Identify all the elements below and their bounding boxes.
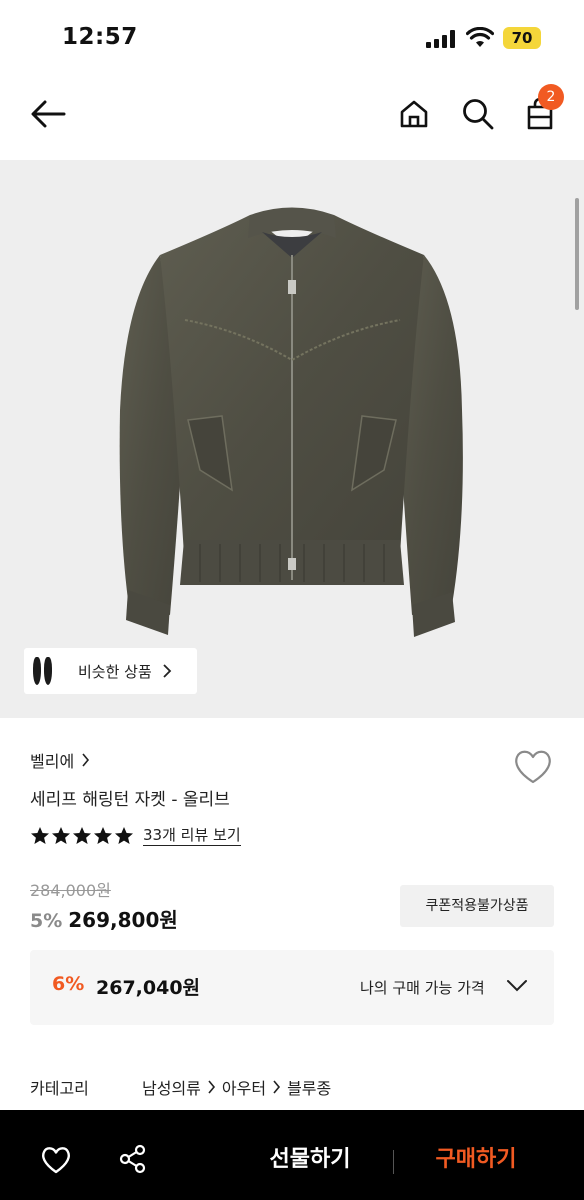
share-icon xyxy=(119,1144,146,1174)
home-icon xyxy=(400,100,428,128)
jacket-photo xyxy=(119,207,463,637)
heart-outline-icon xyxy=(42,1147,70,1174)
price-row: 5% 269,800원 xyxy=(30,904,178,933)
star-icon xyxy=(73,827,91,844)
star-icon xyxy=(52,827,70,844)
my-price-rate: 6% xyxy=(52,973,85,995)
chevron-right-icon xyxy=(163,664,172,678)
cellular-signal-icon xyxy=(426,30,458,48)
back-button[interactable] xyxy=(26,92,70,136)
product-title: 세리프 해링턴 자켓 - 올리브 xyxy=(30,790,230,810)
wishlist-button[interactable] xyxy=(40,1145,72,1179)
search-icon xyxy=(463,99,494,130)
top-navigation-bar xyxy=(0,78,584,160)
sale-price: 269,800원 xyxy=(68,908,178,932)
chevron-right-icon xyxy=(207,1080,216,1094)
chevron-down-icon xyxy=(507,980,527,992)
share-button[interactable] xyxy=(118,1144,148,1178)
discount-rate: 5% xyxy=(30,910,63,932)
similar-product-thumbnail xyxy=(24,648,60,694)
star-icon xyxy=(31,827,49,844)
status-bar: 12:57 70 xyxy=(0,0,584,78)
star-icon xyxy=(94,827,112,844)
category-crumb-3[interactable]: 블루종 xyxy=(287,1075,331,1099)
my-price-dropdown[interactable]: 6% 267,040원 나의 구매 가능 가격 xyxy=(30,950,554,1025)
chevron-right-icon xyxy=(82,753,90,767)
chevron-right-icon xyxy=(272,1080,281,1094)
heart-outline-icon xyxy=(515,750,551,784)
coupon-unavailable-badge: 쿠폰적용불가상품 xyxy=(400,885,554,927)
category-crumb-2[interactable]: 아우터 xyxy=(222,1075,266,1099)
category-label: 카테고리 xyxy=(30,1079,89,1098)
original-price: 284,000원 xyxy=(30,881,111,900)
rating-row: 33개 리뷰 보기 xyxy=(30,826,241,846)
similar-products-label: 비슷한 상품 xyxy=(78,662,152,681)
review-link[interactable]: 33개 리뷰 보기 xyxy=(143,826,241,846)
battery-indicator: 70 xyxy=(503,27,541,49)
back-arrow-icon xyxy=(31,100,66,128)
brand-name: 벨리에 xyxy=(30,752,75,771)
wifi-icon xyxy=(466,27,494,47)
category-breadcrumb: 카테고리 남성의류 아우터 블루종 xyxy=(30,1075,331,1099)
home-button[interactable] xyxy=(392,92,436,136)
star-icon xyxy=(115,827,133,844)
gift-button[interactable]: 선물하기 xyxy=(248,1140,372,1180)
my-price-value: 267,040원 xyxy=(96,977,201,999)
divider xyxy=(393,1150,394,1174)
buy-button[interactable]: 구매하기 xyxy=(414,1140,538,1180)
brand-link[interactable]: 벨리에 xyxy=(30,748,90,772)
my-price-label: 나의 구매 가능 가격 xyxy=(360,979,485,997)
like-button[interactable] xyxy=(512,747,554,787)
rating-stars xyxy=(30,826,134,846)
cart-count-badge: 2 xyxy=(538,84,564,110)
search-button[interactable] xyxy=(456,92,500,136)
bottom-action-bar: 선물하기 구매하기 xyxy=(0,1110,584,1200)
image-scrollbar[interactable] xyxy=(575,198,579,310)
category-crumb-1[interactable]: 남성의류 xyxy=(142,1075,201,1099)
similar-products-button[interactable]: 비슷한 상품 xyxy=(24,648,197,694)
status-time: 12:57 xyxy=(62,24,138,50)
product-image[interactable] xyxy=(0,160,584,718)
